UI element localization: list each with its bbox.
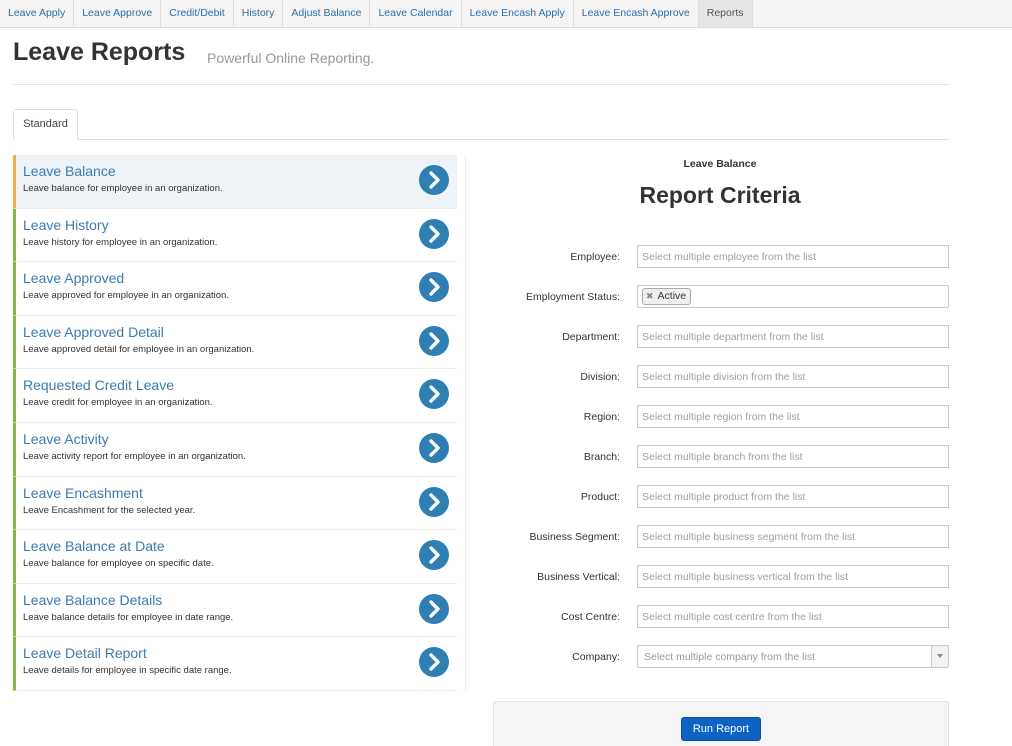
branch-input[interactable] xyxy=(637,445,949,468)
branch-label: Branch: xyxy=(583,451,620,463)
criteria-row-division: Division: xyxy=(480,365,950,389)
report-item-leave-history[interactable]: Leave History Leave history for employee… xyxy=(13,208,457,263)
dropdown-arrow-icon[interactable] xyxy=(931,646,948,667)
report-item-leave-approved-detail[interactable]: Leave Approved Detail Leave approved det… xyxy=(13,315,457,370)
employment-status-label: Employment Status: xyxy=(526,291,620,303)
nav-history[interactable]: History xyxy=(234,0,284,27)
cost-centre-input[interactable] xyxy=(637,605,949,628)
report-item-title: Leave History xyxy=(23,216,109,233)
report-item-title: Leave Balance at Date xyxy=(23,538,165,555)
product-label: Product: xyxy=(580,491,620,503)
report-item-leave-balance-at-date[interactable]: Leave Balance at Date Leave balance for … xyxy=(13,530,457,584)
nav-leave-encash-apply[interactable]: Leave Encash Apply xyxy=(462,0,574,27)
chevron-right-circle-icon[interactable] xyxy=(419,218,449,249)
criteria-row-business-vertical: Business Vertical: xyxy=(480,565,950,589)
status-tag-label: Active xyxy=(657,290,687,302)
report-item-title: Leave Approved xyxy=(23,270,125,287)
report-item-desc: Leave balance for employee in an organiz… xyxy=(23,183,223,194)
tab-bar-line xyxy=(13,139,949,140)
product-input[interactable] xyxy=(637,485,949,508)
report-item-title: Leave Balance xyxy=(23,163,116,179)
top-nav: Leave Apply Leave Approve Credit/Debit H… xyxy=(0,0,1012,28)
criteria-row-company: Company: Select multiple company from th… xyxy=(480,645,950,669)
report-item-desc: Leave details for employee in specific d… xyxy=(23,665,232,677)
page-title: Leave Reports xyxy=(13,38,186,66)
business-segment-input[interactable] xyxy=(637,525,949,548)
criteria-row-department: Department: xyxy=(480,325,950,349)
chevron-right-circle-icon[interactable] xyxy=(419,593,449,624)
division-label: Division: xyxy=(580,371,620,383)
nav-reports[interactable]: Reports xyxy=(698,0,753,27)
report-item-requested-credit-leave[interactable]: Requested Credit Leave Leave credit for … xyxy=(13,369,457,423)
employee-label: Employee: xyxy=(570,251,620,263)
report-item-title: Requested Credit Leave xyxy=(23,377,174,394)
page-subtitle: Powerful Online Reporting. xyxy=(207,50,375,66)
report-item-title: Leave Detail Report xyxy=(23,645,147,662)
criteria-report-name: Leave Balance xyxy=(683,158,757,170)
report-item-title: Leave Encashment xyxy=(23,484,143,501)
criteria-row-region: Region: xyxy=(480,405,950,429)
run-report-button[interactable]: Run Report xyxy=(681,717,761,741)
chevron-right-circle-icon[interactable] xyxy=(419,486,449,517)
chevron-right-circle-icon[interactable] xyxy=(419,540,449,571)
report-item-leave-encashment[interactable]: Leave Encashment Leave Encashment for th… xyxy=(13,476,457,531)
nav-credit-debit[interactable]: Credit/Debit xyxy=(161,0,234,27)
business-vertical-input[interactable] xyxy=(637,565,949,588)
chevron-right-circle-icon[interactable] xyxy=(419,647,449,678)
report-item-leave-approved[interactable]: Leave Approved Leave approved for employ… xyxy=(13,262,457,316)
criteria-row-employment-status: Employment Status: ✖ Active xyxy=(480,285,950,309)
report-item-desc: Leave approved detail for employee in an… xyxy=(23,343,255,355)
chevron-right-circle-icon[interactable] xyxy=(419,325,449,356)
nav-adjust-balance[interactable]: Adjust Balance xyxy=(283,0,371,27)
nav-leave-approve[interactable]: Leave Approve xyxy=(74,0,162,27)
report-item-leave-activity[interactable]: Leave Activity Leave activity report for… xyxy=(13,422,457,477)
report-item-desc: Leave Encashment for the selected year. xyxy=(23,504,196,516)
report-item-desc: Leave history for employee in an organiz… xyxy=(23,236,218,248)
employee-input[interactable] xyxy=(637,245,949,268)
report-item-desc: Leave credit for employee in an organiza… xyxy=(23,397,213,409)
business-segment-label: Business Segment: xyxy=(529,531,620,543)
cost-centre-label: Cost Centre: xyxy=(561,611,620,623)
criteria-title: Report Criteria xyxy=(639,182,801,208)
report-item-title: Leave Activity xyxy=(23,430,109,447)
column-divider xyxy=(465,155,466,691)
nav-leave-apply[interactable]: Leave Apply xyxy=(0,0,75,27)
nav-leave-encash-approve[interactable]: Leave Encash Approve xyxy=(574,0,699,27)
nav-leave-calendar[interactable]: Leave Calendar xyxy=(370,0,462,27)
report-item-leave-detail-report[interactable]: Leave Detail Report Leave details for em… xyxy=(13,637,457,691)
criteria-row-cost-centre: Cost Centre: xyxy=(480,605,950,629)
department-input[interactable] xyxy=(637,325,949,348)
region-input[interactable] xyxy=(637,405,949,428)
remove-tag-icon[interactable]: ✖ xyxy=(646,291,654,301)
report-item-desc: Leave balance for employee on specific d… xyxy=(23,558,214,570)
tab-standard[interactable]: Standard xyxy=(13,109,78,140)
criteria-row-business-segment: Business Segment: xyxy=(480,525,950,549)
chevron-right-circle-icon[interactable] xyxy=(419,379,449,410)
report-item-title: Leave Balance Details xyxy=(23,591,163,608)
chevron-right-circle-icon[interactable] xyxy=(419,272,449,303)
chevron-right-circle-icon[interactable] xyxy=(419,432,449,463)
report-item-desc: Leave balance details for employee in da… xyxy=(23,611,234,623)
report-item-desc: Leave activity report for employee in an… xyxy=(23,450,246,462)
status-tag-active: ✖ Active xyxy=(642,288,692,305)
division-input[interactable] xyxy=(637,365,949,388)
criteria-row-employee: Employee: xyxy=(480,245,950,269)
report-item-leave-balance[interactable]: Leave Balance Leave balance for employee… xyxy=(13,155,457,209)
company-select-placeholder: Select multiple company from the list xyxy=(644,651,815,663)
report-list: Leave Balance Leave balance for employee… xyxy=(13,155,457,691)
criteria-row-branch: Branch: xyxy=(480,445,950,469)
report-item-title: Leave Approved Detail xyxy=(23,323,164,340)
department-label: Department: xyxy=(562,331,620,343)
region-label: Region: xyxy=(583,411,620,423)
criteria-row-product: Product: xyxy=(480,485,950,509)
header-divider xyxy=(13,84,949,85)
report-item-desc: Leave approved for employee in an organi… xyxy=(23,290,229,302)
company-label: Company: xyxy=(572,651,620,663)
business-vertical-label: Business Vertical: xyxy=(537,571,620,583)
report-item-leave-balance-details[interactable]: Leave Balance Details Leave balance deta… xyxy=(13,583,457,638)
chevron-right-circle-icon[interactable] xyxy=(419,165,449,195)
